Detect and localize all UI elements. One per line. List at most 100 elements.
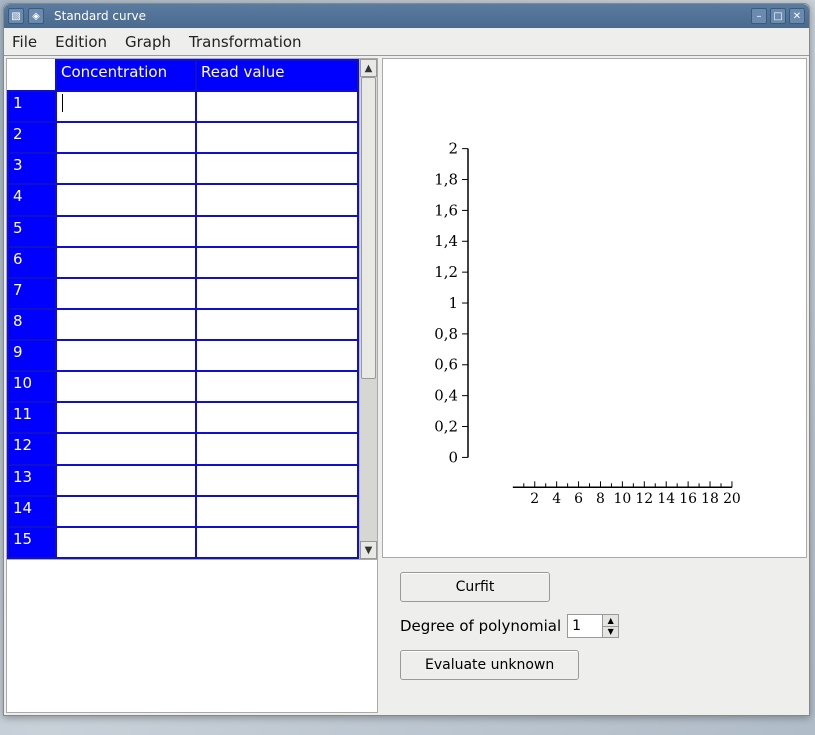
cell-concentration[interactable] [56, 527, 196, 558]
left-bottom-panel [7, 559, 377, 712]
spin-up-icon[interactable]: ▲ [602, 615, 618, 626]
row-number[interactable]: 7 [8, 278, 56, 309]
degree-input[interactable] [568, 615, 602, 637]
menu-transformation[interactable]: Transformation [189, 33, 302, 51]
degree-spinner[interactable]: ▲ ▼ [567, 614, 619, 638]
cell-read-value[interactable] [196, 184, 358, 215]
svg-text:0,8: 0,8 [434, 325, 458, 343]
col-read-value[interactable]: Read value [196, 60, 358, 91]
app-window: ▧ ◈ Standard curve – □ ✕ File Edition Gr… [3, 3, 810, 716]
cell-concentration[interactable] [56, 340, 196, 371]
chart-svg: 00,20,40,60,811,21,41,61,822468101214161… [383, 59, 806, 557]
svg-text:2: 2 [449, 140, 459, 158]
row-number[interactable]: 12 [8, 433, 56, 464]
row-number[interactable]: 8 [8, 309, 56, 340]
svg-text:10: 10 [614, 491, 632, 507]
row-number[interactable]: 6 [8, 247, 56, 278]
table-wrap: Concentration Read value 123456789101112… [7, 59, 377, 559]
cell-concentration[interactable] [56, 184, 196, 215]
spin-down-icon[interactable]: ▼ [602, 626, 618, 638]
cell-concentration[interactable] [56, 371, 196, 402]
cell-read-value[interactable] [196, 153, 358, 184]
scroll-thumb[interactable] [361, 77, 376, 379]
table-row[interactable]: 4 [8, 184, 358, 215]
table-row[interactable]: 12 [8, 433, 358, 464]
row-number[interactable]: 10 [8, 371, 56, 402]
table-row[interactable]: 10 [8, 371, 358, 402]
table-row[interactable]: 13 [8, 465, 358, 496]
svg-text:14: 14 [657, 491, 675, 507]
curfit-button[interactable]: Curfit [400, 572, 550, 602]
cell-read-value[interactable] [196, 496, 358, 527]
table-row[interactable]: 15 [8, 527, 358, 558]
controls: Curfit Degree of polynomial ▲ ▼ Evaluate… [382, 568, 807, 684]
cell-read-value[interactable] [196, 91, 358, 122]
menu-file[interactable]: File [12, 33, 37, 51]
row-number[interactable]: 5 [8, 216, 56, 247]
cell-concentration[interactable] [56, 309, 196, 340]
row-number[interactable]: 4 [8, 184, 56, 215]
table-row[interactable]: 14 [8, 496, 358, 527]
table-row[interactable]: 8 [8, 309, 358, 340]
cell-concentration[interactable] [56, 247, 196, 278]
scroll-down-icon[interactable]: ▼ [360, 541, 377, 559]
sticky-icon[interactable]: ◈ [28, 8, 44, 24]
table-row[interactable]: 11 [8, 402, 358, 433]
svg-text:1,2: 1,2 [434, 263, 458, 281]
close-button[interactable]: ✕ [789, 8, 805, 24]
minimize-button[interactable]: – [751, 8, 767, 24]
table-scrollbar[interactable]: ▲ ▼ [359, 59, 377, 559]
row-number[interactable]: 14 [8, 496, 56, 527]
cell-concentration[interactable] [56, 402, 196, 433]
row-number[interactable]: 1 [8, 91, 56, 122]
table-row[interactable]: 7 [8, 278, 358, 309]
table-row[interactable]: 1 [8, 91, 358, 122]
scroll-up-icon[interactable]: ▲ [360, 59, 377, 77]
table-row[interactable]: 9 [8, 340, 358, 371]
cell-concentration[interactable] [56, 433, 196, 464]
cell-read-value[interactable] [196, 216, 358, 247]
svg-text:8: 8 [596, 491, 605, 507]
row-number[interactable]: 15 [8, 527, 56, 558]
table-row[interactable]: 5 [8, 216, 358, 247]
svg-text:1: 1 [449, 294, 459, 312]
cell-concentration[interactable] [56, 91, 196, 122]
menu-graph[interactable]: Graph [125, 33, 171, 51]
cell-read-value[interactable] [196, 278, 358, 309]
cell-concentration[interactable] [56, 278, 196, 309]
cell-read-value[interactable] [196, 465, 358, 496]
cell-concentration[interactable] [56, 496, 196, 527]
maximize-button[interactable]: □ [770, 8, 786, 24]
cell-read-value[interactable] [196, 247, 358, 278]
menu-edition[interactable]: Edition [55, 33, 107, 51]
cell-read-value[interactable] [196, 527, 358, 558]
col-concentration[interactable]: Concentration [56, 60, 196, 91]
svg-text:1,8: 1,8 [434, 170, 458, 188]
row-number[interactable]: 13 [8, 465, 56, 496]
table-row[interactable]: 2 [8, 122, 358, 153]
left-pane: Concentration Read value 123456789101112… [6, 58, 378, 713]
row-number[interactable]: 9 [8, 340, 56, 371]
cell-read-value[interactable] [196, 433, 358, 464]
degree-label: Degree of polynomial [400, 617, 561, 635]
svg-text:0: 0 [449, 448, 459, 466]
svg-text:1,6: 1,6 [434, 201, 458, 219]
row-number[interactable]: 3 [8, 153, 56, 184]
cell-concentration[interactable] [56, 465, 196, 496]
titlebar[interactable]: ▧ ◈ Standard curve – □ ✕ [4, 4, 809, 28]
cell-concentration[interactable] [56, 153, 196, 184]
data-table[interactable]: Concentration Read value 123456789101112… [7, 59, 359, 559]
cell-read-value[interactable] [196, 402, 358, 433]
evaluate-button[interactable]: Evaluate unknown [400, 650, 579, 680]
table-row[interactable]: 6 [8, 247, 358, 278]
row-number[interactable]: 2 [8, 122, 56, 153]
cell-concentration[interactable] [56, 122, 196, 153]
cell-concentration[interactable] [56, 216, 196, 247]
row-number[interactable]: 11 [8, 402, 56, 433]
app-menu-icon[interactable]: ▧ [8, 8, 24, 24]
table-row[interactable]: 3 [8, 153, 358, 184]
cell-read-value[interactable] [196, 340, 358, 371]
cell-read-value[interactable] [196, 122, 358, 153]
cell-read-value[interactable] [196, 371, 358, 402]
cell-read-value[interactable] [196, 309, 358, 340]
